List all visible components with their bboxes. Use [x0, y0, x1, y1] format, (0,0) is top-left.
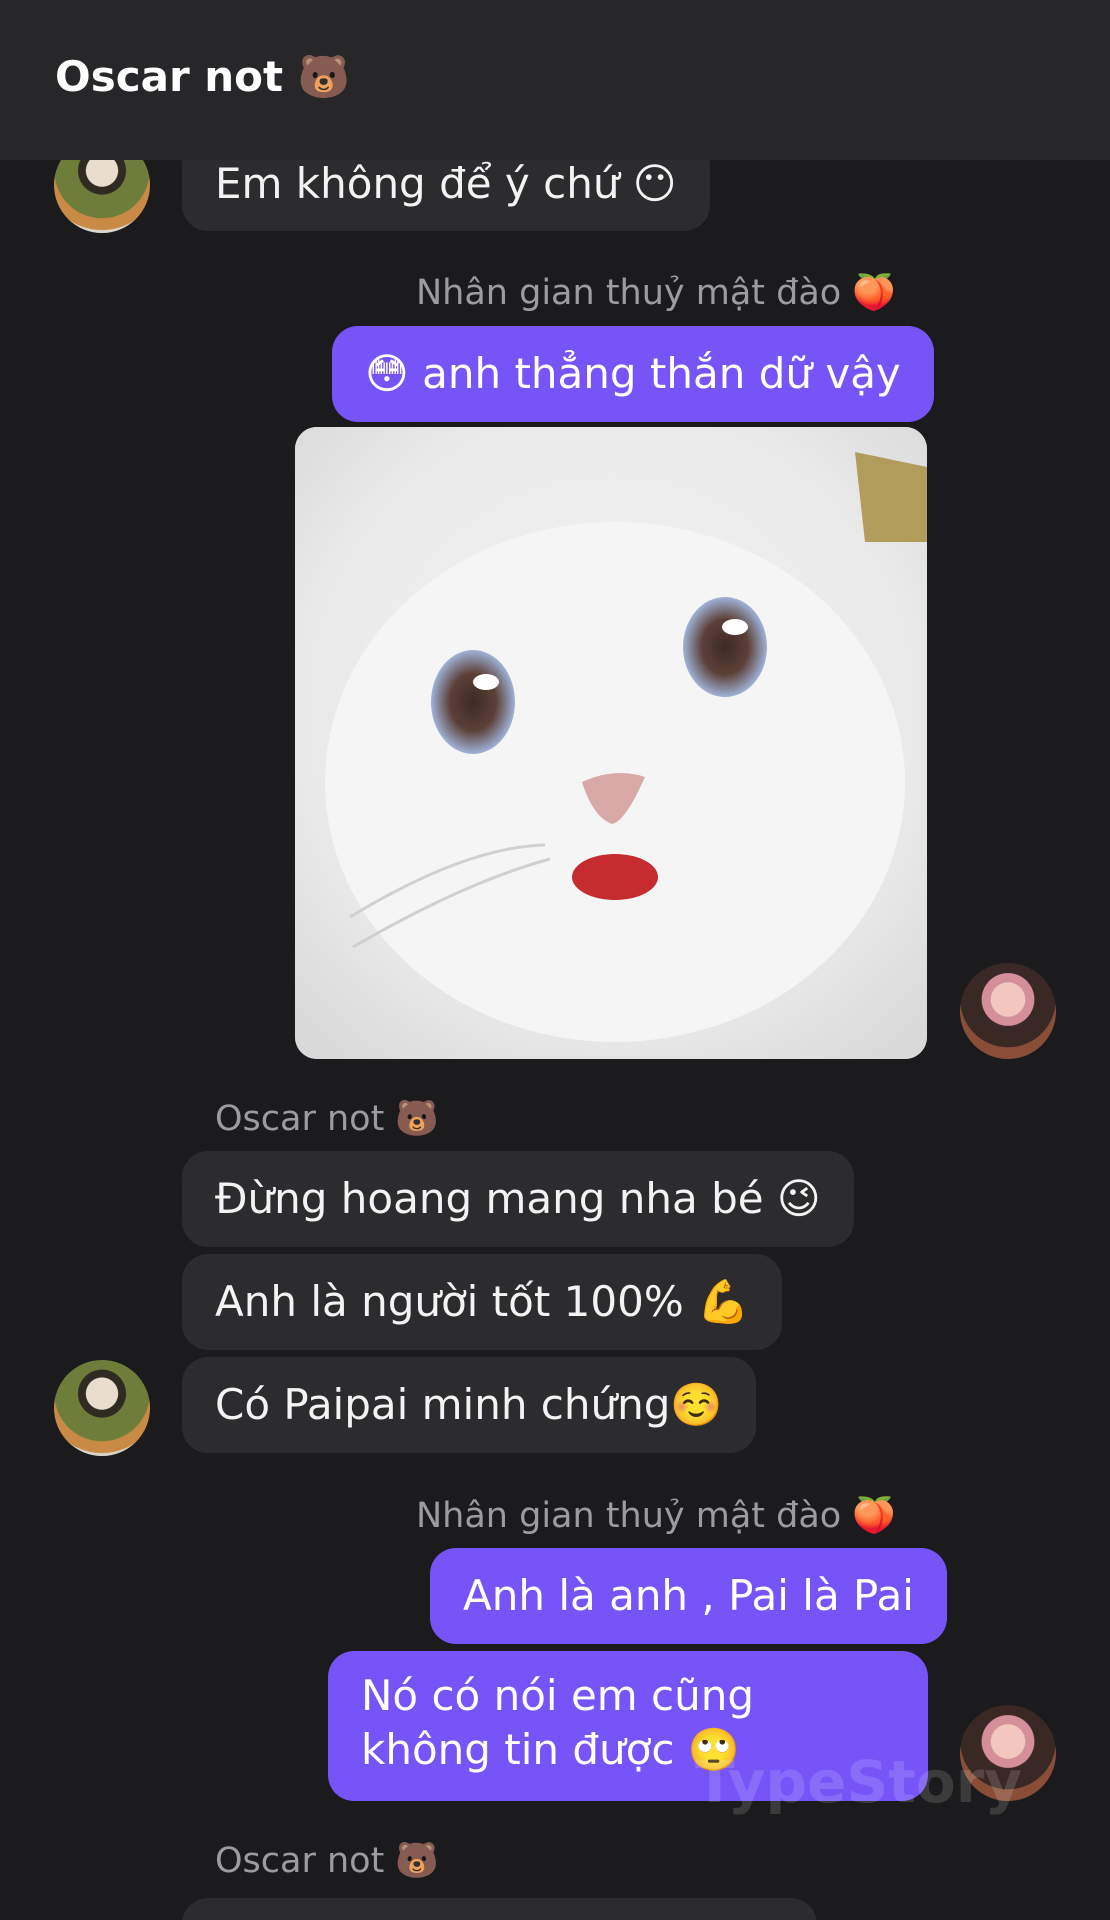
user-avatar[interactable] [960, 963, 1056, 1059]
contact-avatar[interactable] [54, 1360, 150, 1456]
incoming-message-bubble[interactable]: Có Paipai minh chứng☺️ [182, 1357, 756, 1453]
chat-screen: Oscar not 🐻 Em không để ý chứ 😶 Nhân gia… [0, 0, 1110, 1920]
white-cat-photo [295, 427, 927, 1059]
chat-title[interactable]: Oscar not 🐻 [55, 52, 350, 102]
sender-name: Oscar not 🐻 [215, 1841, 440, 1881]
incoming-message-bubble[interactable]: Đừng hoang mang nha bé 😉 [182, 1151, 854, 1247]
incoming-message-bubble[interactable]: Anh là người tốt 100% 💪 [182, 1254, 783, 1350]
incoming-message-bubble-partial[interactable] [182, 1898, 817, 1920]
sender-name: Oscar not 🐻 [215, 1099, 440, 1139]
chat-header: Oscar not 🐻 [0, 0, 1110, 160]
watermark: TypeStory [695, 1748, 1023, 1816]
outgoing-message-bubble[interactable]: 😳 anh thẳng thắn dữ vậy [332, 326, 934, 422]
sender-name: Nhân gian thuỷ mật đào 🍑 [416, 1496, 896, 1536]
outgoing-message-bubble[interactable]: Anh là anh , Pai là Pai [430, 1548, 947, 1644]
cat-sticker-image[interactable] [295, 427, 927, 1059]
sender-name: Nhân gian thuỷ mật đào 🍑 [416, 273, 896, 313]
